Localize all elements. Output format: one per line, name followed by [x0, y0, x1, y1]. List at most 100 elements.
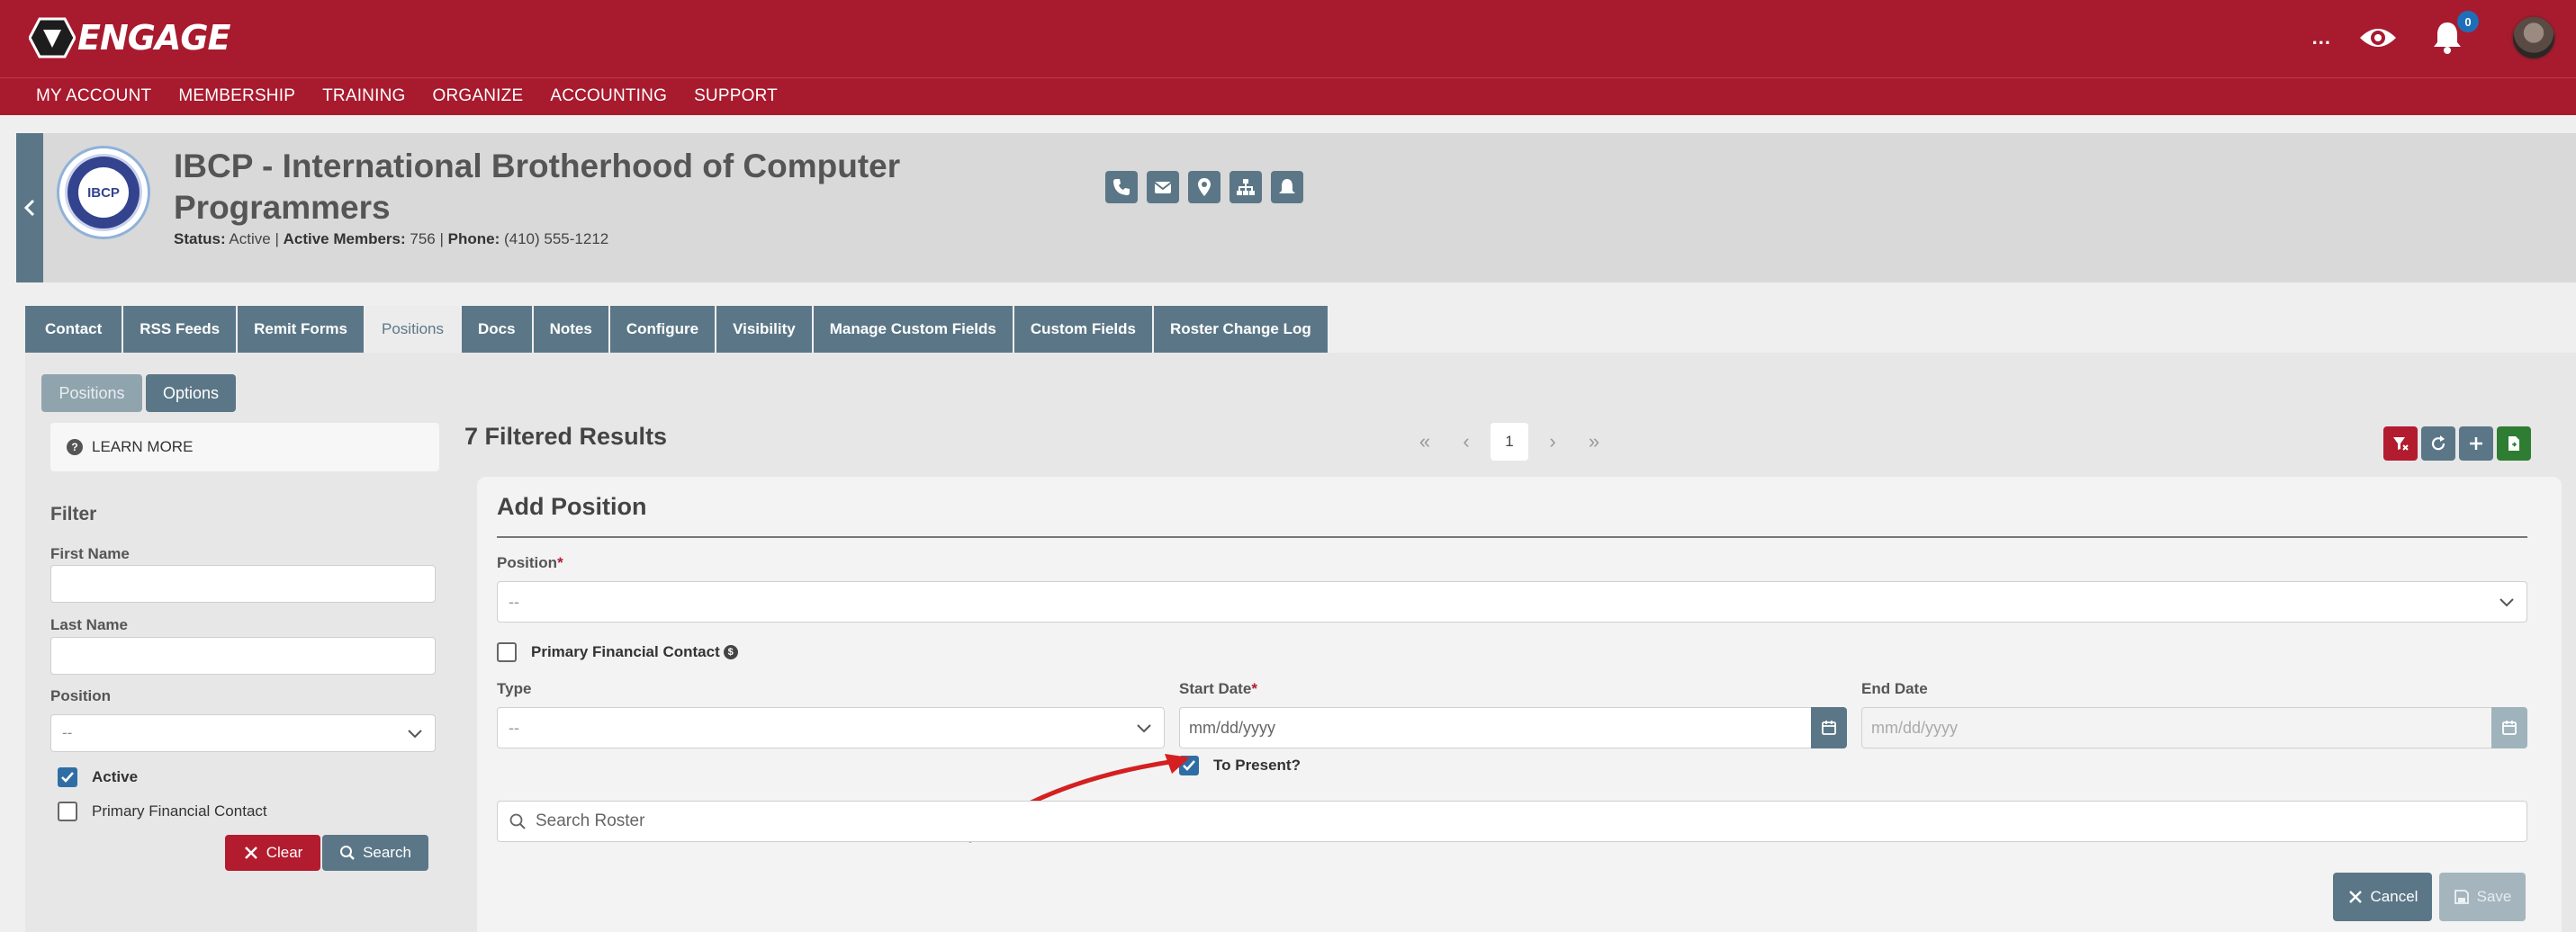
refresh-icon	[2431, 435, 2445, 451]
search-label: Search	[363, 844, 411, 861]
nav-accounting[interactable]: ACCOUNTING	[550, 86, 667, 106]
app-logo[interactable]: ENGAGE	[29, 16, 231, 59]
logo-text: ENGAGE	[77, 18, 231, 58]
org-logo-text: IBCP	[78, 167, 129, 218]
collapse-button[interactable]	[16, 133, 43, 282]
export-button[interactable]	[2497, 426, 2531, 461]
clear-filter-button[interactable]	[2383, 426, 2418, 461]
members-value: 756	[410, 230, 436, 247]
user-avatar[interactable]	[2511, 15, 2556, 60]
first-name-label: First Name	[50, 545, 130, 562]
question-icon: ?	[67, 439, 83, 455]
plus-icon	[2470, 437, 2482, 450]
form-divider	[497, 536, 2527, 538]
nav-membership[interactable]: MEMBERSHIP	[178, 86, 295, 106]
tab-rss-feeds[interactable]: RSS Feeds	[123, 306, 237, 353]
org-stats: Status: Active | Active Members: 756 | P…	[174, 230, 609, 247]
to-present-row[interactable]: To Present?	[1179, 756, 1301, 775]
tab-docs[interactable]: Docs	[462, 306, 532, 353]
save-label: Save	[2476, 888, 2512, 905]
position-select[interactable]: --	[497, 581, 2527, 623]
announce-button[interactable]	[1271, 171, 1303, 203]
top-right-tools: ... 0	[2312, 11, 2556, 65]
chevron-left-icon	[23, 199, 35, 217]
save-button[interactable]: Save	[2439, 873, 2526, 921]
add-button[interactable]	[2459, 426, 2493, 461]
required-mark: *	[557, 554, 563, 571]
clear-button[interactable]: Clear	[225, 835, 320, 871]
filter-title: Filter	[50, 504, 97, 524]
to-present-label: To Present?	[1213, 757, 1301, 774]
last-page-icon[interactable]: »	[1573, 430, 1615, 453]
search-icon	[340, 846, 355, 860]
primary-contact-checkbox[interactable]	[497, 642, 517, 662]
tab-visibility[interactable]: Visibility	[716, 306, 812, 353]
calendar-icon	[1822, 721, 1836, 735]
position-filter-value: --	[62, 724, 73, 741]
tab-manage-custom-fields[interactable]: Manage Custom Fields	[813, 306, 1013, 353]
nav-support[interactable]: SUPPORT	[694, 86, 778, 106]
tab-roster-change-log[interactable]: Roster Change Log	[1153, 306, 1328, 353]
position-filter-select[interactable]: --	[50, 714, 436, 752]
tab-custom-fields[interactable]: Custom Fields	[1013, 306, 1152, 353]
active-checkbox[interactable]	[58, 767, 77, 787]
tab-remit-forms[interactable]: Remit Forms	[238, 306, 365, 353]
tab-notes[interactable]: Notes	[533, 306, 608, 353]
form-title: Add Position	[497, 493, 647, 520]
first-name-input[interactable]	[50, 565, 436, 603]
primary-filter-row[interactable]: Primary Financial Contact	[58, 802, 267, 821]
start-date-picker-button[interactable]	[1811, 707, 1847, 748]
primary-filter-checkbox[interactable]	[58, 802, 77, 821]
nav-training[interactable]: TRAINING	[322, 86, 405, 106]
search-button[interactable]: Search	[322, 835, 428, 871]
active-checkbox-row[interactable]: Active	[58, 767, 138, 787]
envelope-icon	[1154, 182, 1172, 193]
close-icon	[244, 847, 257, 859]
search-roster-placeholder: Search Roster	[536, 811, 645, 830]
start-date-input[interactable]: mm/dd/yyyy	[1179, 707, 1813, 748]
org-logo: IBCP	[57, 146, 150, 239]
call-button[interactable]	[1105, 171, 1138, 203]
current-page[interactable]: 1	[1491, 423, 1528, 461]
cancel-button[interactable]: Cancel	[2333, 873, 2432, 921]
cancel-label: Cancel	[2370, 888, 2418, 905]
tab-configure[interactable]: Configure	[609, 306, 716, 353]
map-pin-icon	[1198, 178, 1211, 196]
calendar-icon	[2502, 721, 2517, 735]
hierarchy-button[interactable]	[1229, 171, 1262, 203]
tab-positions[interactable]: Positions	[365, 306, 460, 353]
type-select-value: --	[509, 718, 519, 737]
end-date-input[interactable]: mm/dd/yyyy	[1861, 707, 2493, 748]
end-date-picker-button[interactable]	[2491, 707, 2527, 748]
position-label-text: Position	[497, 554, 558, 571]
results-summary: 7 Filtered Results	[464, 423, 668, 450]
email-button[interactable]	[1147, 171, 1179, 203]
org-name: IBCP - International Brotherhood of Comp…	[174, 148, 901, 226]
refresh-button[interactable]	[2421, 426, 2455, 461]
required-mark: *	[1251, 680, 1257, 697]
first-page-icon[interactable]: «	[1404, 430, 1446, 453]
tab-contact[interactable]: Contact	[25, 306, 122, 353]
location-button[interactable]	[1188, 171, 1220, 203]
nav-organize[interactable]: ORGANIZE	[432, 86, 523, 106]
subnav-positions[interactable]: Positions	[41, 374, 142, 412]
primary-contact-row[interactable]: Primary Financial Contact $	[497, 642, 738, 662]
org-header: IBCP IBCP - International Brotherhood of…	[16, 133, 2576, 282]
nav-my-account[interactable]: MY ACCOUNT	[36, 86, 151, 106]
position-select-value: --	[509, 592, 519, 611]
search-roster-input[interactable]: Search Roster	[497, 801, 2527, 842]
add-position-form	[477, 477, 2562, 932]
next-page-icon[interactable]: ›	[1532, 430, 1573, 453]
last-name-input[interactable]	[50, 637, 436, 675]
position-filter-label: Position	[50, 687, 112, 704]
eye-icon[interactable]	[2358, 24, 2398, 51]
type-select[interactable]: --	[497, 707, 1165, 748]
file-export-icon	[2508, 436, 2519, 451]
sitemap-icon	[1237, 179, 1255, 195]
learn-more-link[interactable]: ? LEARN MORE	[50, 423, 439, 471]
notifications-button[interactable]: 0	[2432, 11, 2479, 56]
prev-page-icon[interactable]: ‹	[1446, 430, 1487, 453]
subnav-options[interactable]: Options	[146, 374, 236, 412]
more-menu[interactable]: ...	[2312, 26, 2331, 49]
status-label: Status:	[174, 230, 226, 247]
